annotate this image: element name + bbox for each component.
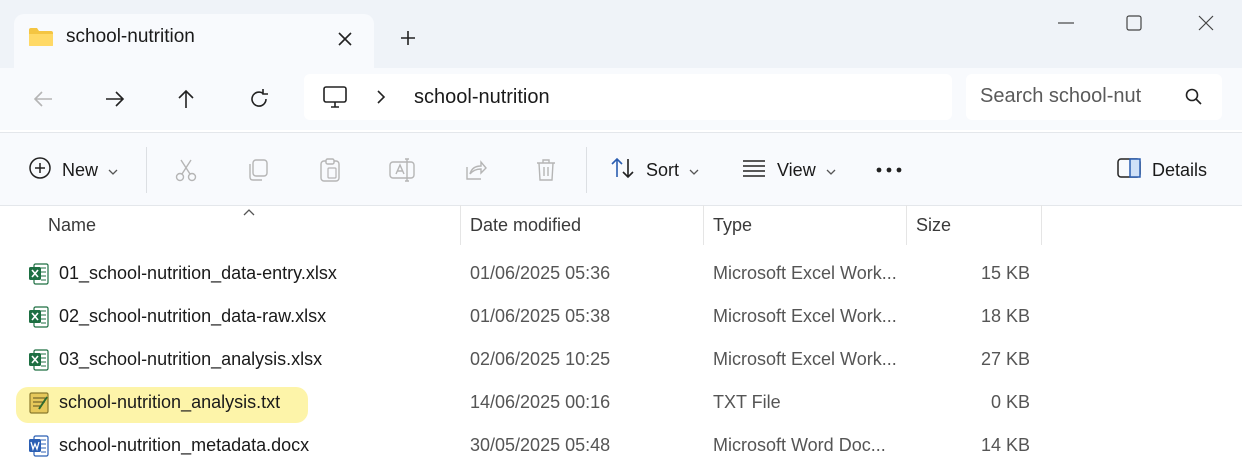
column-header-name[interactable]: Name — [38, 205, 458, 245]
delete-icon[interactable] — [531, 155, 561, 185]
search-icon[interactable] — [1184, 87, 1204, 112]
refresh-icon[interactable] — [244, 84, 274, 114]
file-date: 01/06/2025 05:36 — [470, 263, 611, 283]
column-divider[interactable] — [1041, 205, 1042, 245]
file-size: 0 KB — [990, 392, 1030, 412]
file-date: 01/06/2025 05:38 — [470, 306, 611, 326]
file-row[interactable]: school-nutrition_analysis.txt 14/06/2025… — [0, 381, 1242, 424]
file-size: 15 KB — [980, 263, 1030, 283]
paste-icon[interactable] — [315, 155, 345, 185]
more-options-icon[interactable] — [874, 155, 904, 185]
file-name: school-nutrition_metadata.docx — [59, 435, 310, 455]
file-type: Microsoft Word Doc... — [713, 435, 886, 455]
file-type: TXT File — [713, 392, 781, 412]
file-name: 01_school-nutrition_data-entry.xlsx — [59, 263, 337, 283]
details-label: Details — [1152, 159, 1208, 180]
column-header-date[interactable]: Date modified — [460, 205, 702, 245]
file-name: 02_school-nutrition_data-raw.xlsx — [59, 306, 327, 326]
file-type: Microsoft Excel Work... — [713, 306, 897, 326]
file-name: 03_school-nutrition_analysis.xlsx — [59, 349, 323, 369]
file-type: Microsoft Excel Work... — [713, 349, 897, 369]
file-size: 14 KB — [980, 435, 1030, 455]
chevron-down-icon — [826, 160, 836, 181]
address-bar[interactable]: school-nutrition — [304, 74, 952, 120]
close-window-icon[interactable] — [1186, 8, 1226, 38]
forward-arrow-icon[interactable] — [100, 84, 130, 114]
excel-icon — [28, 305, 50, 334]
text-file-icon — [28, 391, 50, 420]
separator — [146, 147, 147, 193]
search-box[interactable] — [966, 74, 1222, 120]
new-button[interactable]: New — [28, 153, 118, 187]
file-date: 14/06/2025 00:16 — [470, 392, 611, 412]
back-arrow-icon[interactable] — [28, 84, 58, 114]
file-row[interactable]: school-nutrition_metadata.docx 30/05/202… — [0, 424, 1242, 467]
up-arrow-icon[interactable] — [171, 84, 201, 114]
chevron-right-icon[interactable] — [374, 88, 388, 111]
file-name: school-nutrition_analysis.txt — [59, 392, 281, 412]
file-size: 18 KB — [980, 306, 1030, 326]
word-icon — [28, 434, 50, 463]
sort-button[interactable]: Sort — [610, 153, 699, 187]
chevron-down-icon — [689, 160, 699, 181]
file-size: 27 KB — [980, 349, 1030, 369]
column-header-size[interactable]: Size — [906, 205, 1040, 245]
close-tab-icon[interactable] — [332, 26, 358, 52]
file-row[interactable]: 03_school-nutrition_analysis.xlsx 02/06/… — [0, 338, 1242, 381]
folder-icon — [28, 26, 54, 53]
file-row[interactable]: 02_school-nutrition_data-raw.xlsx 01/06/… — [0, 295, 1242, 338]
cut-icon[interactable] — [171, 155, 201, 185]
copy-icon[interactable] — [243, 155, 273, 185]
view-label: View — [777, 159, 816, 180]
column-header-type[interactable]: Type — [703, 205, 905, 245]
separator — [586, 147, 587, 193]
sort-icon — [610, 156, 636, 185]
tab-school-nutrition[interactable]: school-nutrition — [14, 14, 374, 70]
chevron-down-icon — [108, 160, 118, 181]
view-list-icon — [741, 158, 767, 183]
tab-title: school-nutrition — [66, 26, 195, 47]
view-button[interactable]: View — [741, 153, 836, 187]
rename-icon[interactable] — [387, 155, 417, 185]
excel-icon — [28, 348, 50, 377]
plus-circle-icon — [28, 156, 52, 185]
minimize-icon[interactable] — [1046, 8, 1086, 38]
column-header-row: Name Date modified Type Size — [0, 205, 1242, 245]
title-bar: school-nutrition — [0, 0, 1242, 70]
search-input[interactable] — [978, 84, 1172, 109]
details-button[interactable]: Details — [1116, 153, 1207, 187]
file-type: Microsoft Excel Work... — [713, 263, 897, 283]
navigation-bar: school-nutrition — [0, 68, 1242, 130]
file-row[interactable]: 01_school-nutrition_data-entry.xlsx 01/0… — [0, 252, 1242, 295]
excel-icon — [28, 262, 50, 291]
file-date: 02/06/2025 10:25 — [470, 349, 611, 369]
this-pc-icon[interactable] — [322, 85, 348, 114]
share-icon[interactable] — [459, 155, 489, 185]
details-pane-icon — [1116, 157, 1142, 184]
command-bar: New Sort View Details — [0, 132, 1242, 206]
maximize-icon[interactable] — [1114, 8, 1154, 38]
sort-label: Sort — [646, 159, 680, 180]
breadcrumb-folder[interactable]: school-nutrition — [414, 86, 550, 109]
new-tab-icon[interactable] — [394, 24, 422, 52]
file-date: 30/05/2025 05:48 — [470, 435, 611, 455]
new-label: New — [62, 159, 99, 180]
